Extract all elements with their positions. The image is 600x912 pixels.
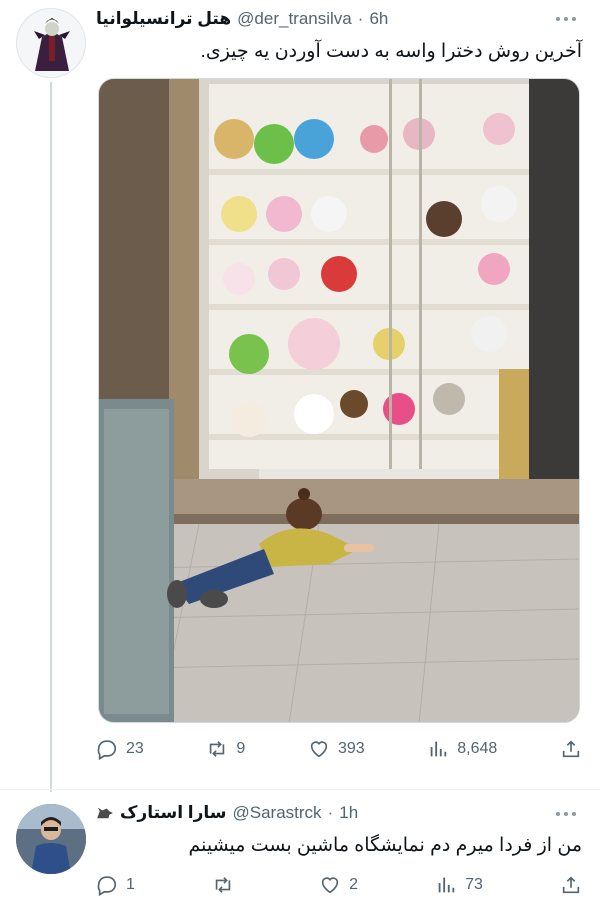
- like-icon: [321, 877, 339, 894]
- villain-cartoon-avatar-icon: [17, 9, 85, 77]
- retweet-count: 9: [236, 740, 246, 757]
- views-icon: [430, 741, 447, 757]
- avatar[interactable]: [16, 804, 86, 874]
- tweet-header: سارا استارک @Sarastrck · 1h: [96, 800, 550, 826]
- share-button[interactable]: [560, 870, 582, 900]
- person-photo-avatar-icon: [16, 804, 86, 874]
- share-icon: [562, 876, 580, 894]
- separator-dot: ·: [327, 803, 334, 822]
- views-count: 73: [465, 876, 483, 893]
- tweet-main[interactable]: هتل ترانسیلوانیا @der_transilva · 6h آخر…: [0, 0, 600, 792]
- reply-count: 1: [126, 876, 135, 893]
- tweet-header: هتل ترانسیلوانیا @der_transilva · 6h: [96, 6, 550, 32]
- reply-icon: [97, 876, 117, 896]
- photo-child-lying-before-toy-shop-icon: [99, 79, 579, 722]
- timestamp[interactable]: 1h: [339, 803, 358, 823]
- views-button[interactable]: 73: [435, 870, 483, 900]
- tweet-photo[interactable]: [98, 78, 580, 723]
- retweet-icon: [210, 741, 225, 757]
- tweet-actions: 23 9 393 8,648: [96, 734, 582, 764]
- more-options-icon[interactable]: [556, 14, 578, 24]
- reply-icon: [97, 740, 117, 760]
- tweet-text: من از فردا میرم دم نمایشگاه ماشین بست می…: [188, 835, 583, 856]
- like-count: 393: [337, 740, 365, 757]
- retweet-icon: [215, 877, 231, 893]
- wolf-emoji-icon: [97, 807, 113, 819]
- retweet-button[interactable]: 9: [206, 734, 245, 764]
- views-icon: [438, 877, 455, 893]
- tweet-reply[interactable]: سارا استارک @Sarastrck · 1h من از فردا م…: [0, 790, 600, 912]
- handle[interactable]: @Sarastrck: [233, 803, 322, 823]
- like-button[interactable]: 2: [319, 870, 358, 900]
- display-name[interactable]: هتل ترانسیلوانیا: [96, 9, 231, 29]
- avatar[interactable]: [16, 8, 86, 78]
- tweet-actions: 1 2 73: [96, 870, 582, 900]
- timestamp[interactable]: 6h: [369, 9, 388, 29]
- retweet-button[interactable]: [212, 870, 242, 900]
- views-count: 8,648: [457, 740, 498, 757]
- like-icon: [310, 741, 328, 758]
- like-button[interactable]: 393: [308, 734, 365, 764]
- handle[interactable]: @der_transilva: [237, 9, 352, 29]
- reply-count: 23: [126, 740, 144, 757]
- reply-button[interactable]: 23: [96, 734, 144, 764]
- share-button[interactable]: [560, 734, 582, 764]
- tweet-text: آخرین روش دخترا واسه به دست آوردن یه چیز…: [200, 41, 582, 62]
- more-options-icon[interactable]: [556, 809, 578, 819]
- views-button[interactable]: 8,648: [427, 734, 497, 764]
- like-count: 2: [349, 876, 358, 893]
- share-icon: [562, 740, 580, 758]
- display-name[interactable]: سارا استارک: [120, 803, 227, 823]
- separator-dot: ·: [357, 9, 364, 28]
- thread-line: [50, 82, 52, 792]
- reply-button[interactable]: 1: [96, 870, 135, 900]
